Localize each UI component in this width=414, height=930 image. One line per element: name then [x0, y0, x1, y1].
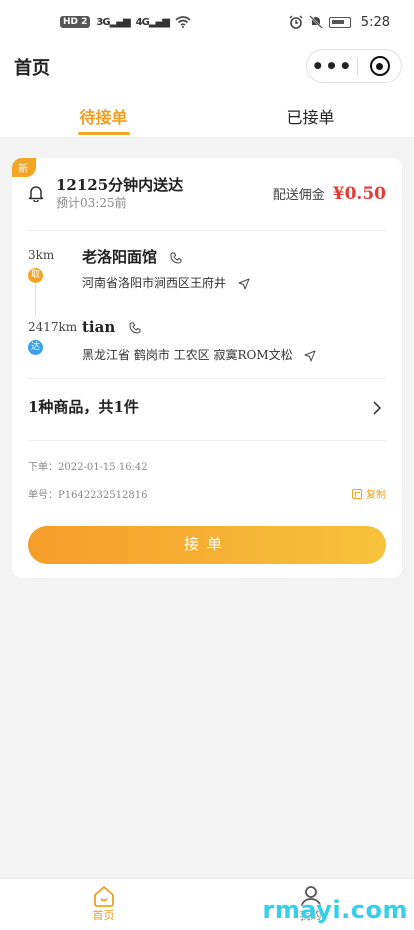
wifi-icon	[175, 16, 191, 28]
order-card: 新 12125分钟内送达 预计03:25前 配送佣金 ¥0.50 3km 取 老…	[12, 158, 402, 578]
accept-order-button[interactable]: 接单	[28, 526, 386, 564]
page-title: 首页	[14, 58, 50, 79]
dropoff-distance: 2417km	[28, 320, 78, 334]
status-right: 5:28	[289, 15, 390, 30]
navigate-icon[interactable]	[304, 350, 316, 362]
pickup-address: 河南省洛阳市涧西区王府井	[82, 274, 250, 291]
route-line	[35, 284, 36, 316]
navigate-icon[interactable]	[238, 278, 250, 290]
phone-icon[interactable]	[170, 252, 182, 264]
battery-icon	[328, 16, 351, 28]
signal-4g-icon: 4G▂▄▆	[135, 16, 170, 28]
status-left: HD 2 3G▂▄▆ 4G▂▄▆	[60, 16, 191, 28]
dropoff-address: 黑龙江省 鹤岗市 工农区 寂寞ROM文松	[82, 346, 316, 363]
divider	[28, 230, 386, 231]
bell-icon	[28, 186, 44, 202]
target-icon	[369, 56, 390, 76]
commission: 配送佣金 ¥0.50	[273, 184, 386, 204]
goods-summary-row[interactable]: 1种商品，共1件	[28, 388, 386, 432]
divider	[28, 378, 386, 379]
signal-3g-icon: 3G▂▄▆	[96, 16, 130, 28]
alarm-icon	[289, 15, 303, 29]
dropoff-pin: 达	[28, 340, 43, 355]
dropoff-name: tian	[82, 318, 141, 336]
chevron-right-icon	[373, 401, 382, 415]
order-tabs: 待接单 已接单	[0, 90, 414, 138]
copy-button[interactable]: 复制	[352, 486, 386, 501]
pickup-name: 老洛阳面馆	[82, 246, 182, 267]
copy-icon	[352, 488, 362, 499]
commission-label: 配送佣金	[272, 188, 325, 203]
status-bar: HD 2 3G▂▄▆ 4G▂▄▆ 5:28	[0, 0, 414, 44]
title-bar: 首页 •••	[0, 44, 414, 90]
tab-pending[interactable]: 待接单	[0, 90, 207, 137]
delivery-time-title: 12125分钟内送达	[56, 176, 184, 194]
order-time: 下单：2022-01-15 16:42	[28, 462, 148, 473]
commission-value: ¥0.50	[332, 184, 386, 204]
route-info: 3km 取 老洛阳面馆 河南省洛阳市涧西区王府井 2417km 达 tian 黑…	[28, 244, 386, 364]
clock: 5:28	[360, 14, 390, 30]
hd-indicator: HD 2	[60, 16, 91, 28]
tabbar-label-home: 首页	[92, 909, 115, 922]
more-menu-button[interactable]: •••	[307, 56, 357, 76]
home-icon	[93, 886, 114, 907]
tab-accepted[interactable]: 已接单	[207, 90, 414, 137]
goods-summary: 1种商品，共1件	[28, 398, 139, 416]
order-header: 12125分钟内送达 预计03:25前 配送佣金 ¥0.50	[28, 174, 386, 214]
mute-bell-icon	[309, 15, 323, 29]
pickup-distance: 3km	[28, 248, 55, 262]
mini-program-capsule: •••	[306, 49, 402, 83]
tabbar-item-home[interactable]: 首页	[0, 879, 207, 930]
phone-icon[interactable]	[128, 322, 141, 334]
estimated-time: 预计03:25前	[56, 196, 127, 210]
watermark: rmayi.com	[262, 896, 408, 924]
order-number: 单号：P1642232512816	[28, 490, 148, 501]
close-mini-program-button[interactable]	[358, 56, 401, 76]
pickup-pin: 取	[28, 268, 43, 283]
order-number-row: 单号：P1642232512816 复制	[28, 486, 386, 501]
divider	[28, 440, 386, 441]
